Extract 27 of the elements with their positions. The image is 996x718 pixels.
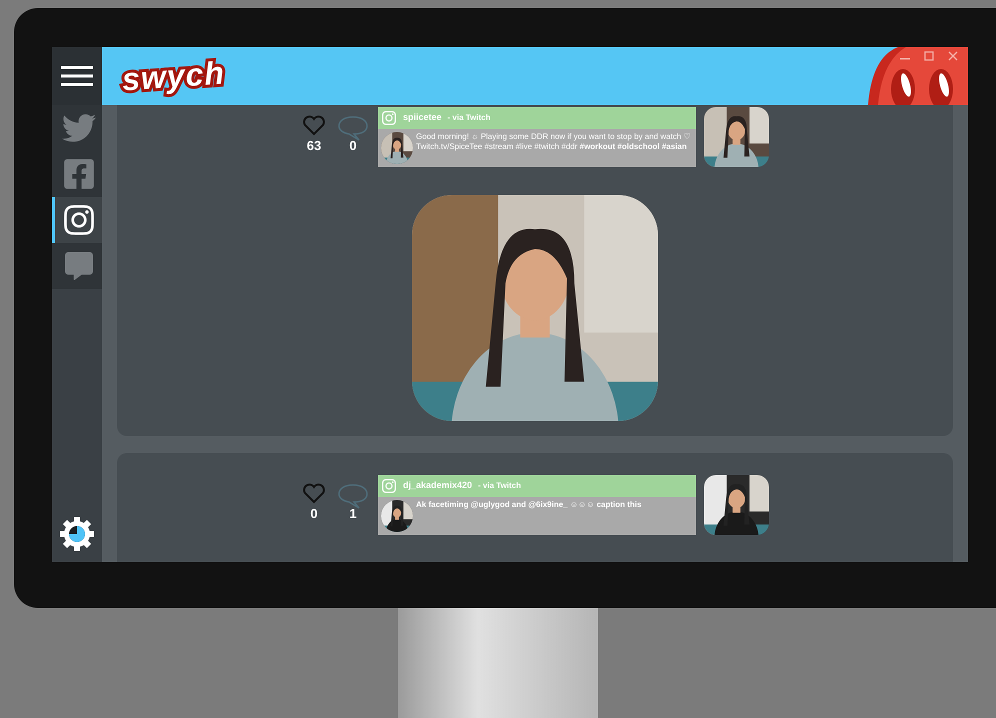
logo: swych: [120, 53, 226, 100]
comment-count: 1: [349, 505, 357, 523]
source-label: - via Twitch: [448, 112, 490, 124]
comment-icon[interactable]: [337, 483, 369, 509]
like-count: 0: [310, 505, 318, 523]
maximize-icon[interactable]: [924, 51, 934, 61]
chat-icon[interactable]: [64, 252, 92, 280]
settings-icon[interactable]: [59, 516, 95, 552]
facebook-icon[interactable]: [62, 157, 96, 191]
comment-count: 0: [349, 137, 357, 155]
instagram-icon: [381, 110, 397, 126]
heart-icon[interactable]: [302, 115, 326, 136]
menu-icon[interactable]: [61, 65, 93, 87]
instagram-icon[interactable]: [62, 203, 96, 237]
post-card[interactable]: dj_akademix420 - via Twitch Ak facetiming @uglygod and @6ix9ine_ ☺☺☺ caption this: [378, 475, 696, 535]
heart-icon[interactable]: [302, 483, 326, 504]
comment-icon[interactable]: [337, 115, 369, 141]
close-icon[interactable]: [948, 51, 958, 61]
post-card[interactable]: spiicetee - via Twitch Good morning! ☼ Playing some DDR now if you want to stop by and watch ♡ Twitch.tv/SpiceTee #stream #live #twitch #ddr #workout #oldschool #asian: [378, 107, 696, 167]
post-caption: Good morning! ☼ Playing some DDR now if you want to stop by and watch ♡ Twitch.tv/SpiceTee #stream #live #twitch #ddr #workout #oldschool #asian: [416, 132, 692, 152]
like-count: 63: [306, 137, 322, 155]
username[interactable]: dj_akademix420: [403, 479, 472, 493]
username[interactable]: spiicetee: [403, 111, 442, 125]
source-label: - via Twitch: [478, 480, 522, 492]
post-caption: Ak facetiming @uglygod and @6ix9ine_ ☺☺☺ caption this: [416, 500, 642, 510]
instagram-icon: [381, 478, 397, 494]
bird-icon[interactable]: [62, 111, 96, 145]
